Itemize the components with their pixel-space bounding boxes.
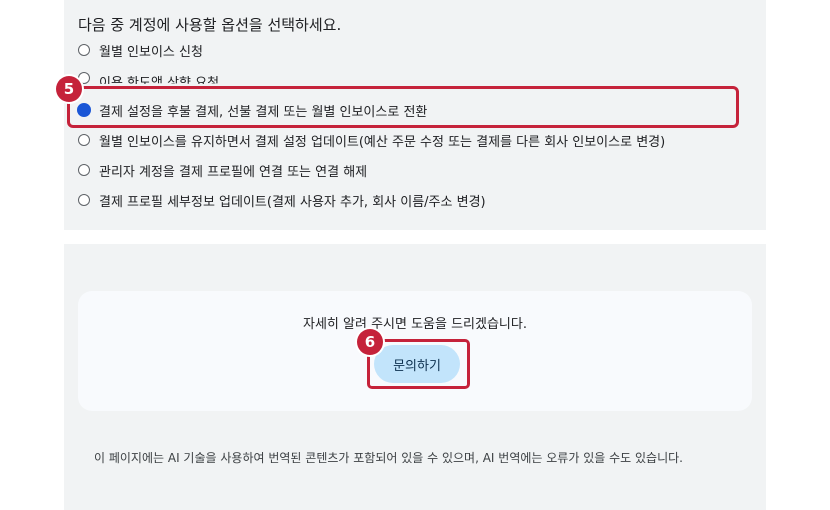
option-switch-payment-setting[interactable]: 결제 설정을 후불 결제, 선불 결제 또는 월별 인보이스로 전환 [77,100,428,120]
option-label: 결제 설정을 후불 결제, 선불 결제 또는 월별 인보이스로 전환 [99,104,428,120]
step-5-badge: 5 [56,76,82,102]
option-label: 월별 인보이스 신청 [99,44,203,60]
option-update-billing-keep-invoice[interactable]: 월별 인보이스를 유지하면서 결제 설정 업데이트(예산 주문 수정 또는 결제… [78,130,665,150]
contact-us-button[interactable]: 문의하기 [374,345,460,383]
option-credit-limit-increase[interactable]: 이용 한도액 상향 요청 [78,70,219,84]
radio-unchecked-icon[interactable] [78,134,90,146]
radio-checked-icon[interactable] [77,103,91,117]
help-message: 자세히 알려 주시면 도움을 드리겠습니다. [303,317,527,332]
ai-translation-disclaimer: 이 페이지에는 AI 기술을 사용하여 번역된 콘텐츠가 포함되어 있을 수 있… [94,451,683,465]
option-monthly-invoice[interactable]: 월별 인보이스 신청 [78,40,203,60]
radio-unchecked-icon[interactable] [78,164,90,176]
support-page: 다음 중 계정에 사용할 옵션을 선택하세요. 월별 인보이스 신청 이용 한도… [0,0,830,510]
option-update-payment-profile[interactable]: 결제 프로필 세부정보 업데이트(결제 사용자 추가, 회사 이름/주소 변경) [78,190,486,210]
radio-unchecked-icon[interactable] [78,44,90,56]
option-label: 이용 한도액 상향 요청 [99,76,220,84]
option-link-manager-account[interactable]: 관리자 계정을 결제 프로필에 연결 또는 연결 해제 [78,160,367,180]
option-label: 관리자 계정을 결제 프로필에 연결 또는 연결 해제 [99,164,368,180]
option-label: 결제 프로필 세부정보 업데이트(결제 사용자 추가, 회사 이름/주소 변경) [99,194,486,210]
radio-unchecked-icon[interactable] [78,194,90,206]
option-label: 월별 인보이스를 유지하면서 결제 설정 업데이트(예산 주문 수정 또는 결제… [99,134,666,150]
question-heading: 다음 중 계정에 사용할 옵션을 선택하세요. [78,16,342,34]
step-6-badge: 6 [357,329,383,355]
